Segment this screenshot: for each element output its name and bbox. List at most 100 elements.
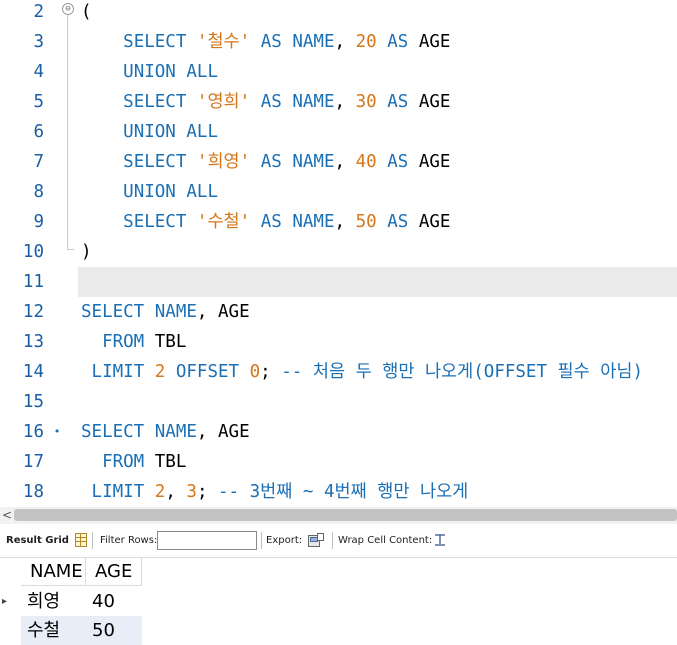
token-num: 40	[355, 152, 377, 172]
token-kw: AS	[376, 32, 419, 52]
token-kw: OFFSET	[165, 362, 250, 382]
code-line[interactable]: 13 FROM TBL	[0, 327, 677, 357]
line-gutter: 8	[0, 177, 78, 207]
line-gutter: 12	[0, 297, 78, 327]
line-gutter: 17	[0, 447, 78, 477]
code-line[interactable]: 4 UNION ALL	[0, 57, 677, 87]
sql-editor[interactable]: 2 ⊖(3 SELECT '철수' AS NAME, 20 AS AGE 4 UNI…	[0, 0, 677, 507]
cell-name[interactable]: 희영	[21, 587, 86, 616]
fold-guide	[67, 57, 68, 87]
token-kw: AS NAME	[250, 32, 335, 52]
line-number: 10	[22, 242, 44, 262]
result-grid-tab[interactable]: Result Grid	[6, 524, 69, 557]
line-number: 5	[33, 92, 44, 112]
line-gutter: 2 ⊖	[0, 0, 78, 27]
wrap-cell-content-label: Wrap Cell Content:	[338, 535, 433, 546]
code-line[interactable]: 14 LIMIT 2 OFFSET 0; -- 처음 두 행만 나오게(OFFS…	[0, 357, 677, 387]
code-text: LIMIT 2 OFFSET 0; -- 처음 두 행만 나오게(OFFSET …	[81, 357, 643, 387]
token-text: AGE	[418, 32, 451, 52]
token-kw: FROM	[102, 452, 155, 472]
code-line[interactable]: 7 SELECT '희영' AS NAME, 40 AS AGE	[0, 147, 677, 177]
token-text: ,	[334, 32, 356, 52]
scroll-left-icon[interactable]: <	[2, 507, 12, 524]
line-gutter: 10	[0, 237, 78, 267]
code-text: SELECT '희영' AS NAME, 40 AS AGE	[81, 147, 450, 177]
line-gutter: 7	[0, 147, 78, 177]
wrap-cell-icon[interactable]	[434, 533, 446, 547]
scrollbar-thumb[interactable]	[14, 509, 677, 521]
code-line[interactable]: 6 UNION ALL	[0, 117, 677, 147]
code-text: UNION ALL	[81, 117, 218, 147]
code-line[interactable]: 3 SELECT '철수' AS NAME, 20 AS AGE	[0, 27, 677, 57]
code-line[interactable]: 18 LIMIT 2, 3; -- 3번째 ~ 4번째 행만 나오게	[0, 477, 677, 507]
statement-marker-icon: •	[53, 425, 61, 438]
line-number: 3	[33, 32, 44, 52]
token-num: 30	[355, 92, 377, 112]
export-label: Export:	[266, 535, 303, 546]
code-line[interactable]: 9 SELECT '수철' AS NAME, 50 AS AGE	[0, 207, 677, 237]
code-line[interactable]: 8 UNION ALL	[0, 177, 677, 207]
grid-view-icon[interactable]	[75, 533, 87, 547]
toolbar-divider	[261, 532, 262, 549]
code-text: SELECT '철수' AS NAME, 20 AS AGE	[81, 27, 450, 57]
token-kw: SELECT	[81, 302, 155, 322]
line-number: 4	[33, 62, 44, 82]
filter-rows-input[interactable]	[157, 531, 257, 550]
code-text: SELECT NAME, AGE	[81, 297, 250, 327]
token-str: '희영'	[196, 152, 251, 172]
token-kw: AS NAME	[250, 92, 335, 112]
token-text: )	[81, 242, 92, 262]
line-gutter: 14	[0, 357, 78, 387]
code-line[interactable]: 11	[0, 267, 677, 297]
code-line[interactable]: 17 FROM TBL	[0, 447, 677, 477]
token-text: ,	[334, 212, 356, 232]
line-number: 15	[22, 392, 44, 412]
fold-toggle-icon[interactable]: ⊖	[62, 3, 74, 15]
line-gutter: 6	[0, 117, 78, 147]
line-number: 9	[33, 212, 44, 232]
fold-guide	[67, 27, 68, 57]
export-icon[interactable]	[308, 533, 324, 547]
cell-age[interactable]: 50	[86, 616, 142, 645]
line-number: 16	[22, 422, 44, 442]
horizontal-scrollbar[interactable]: <	[0, 507, 677, 524]
token-str: '영희'	[196, 92, 251, 112]
code-line[interactable]: 10)	[0, 237, 677, 267]
code-text: LIMIT 2, 3; -- 3번째 ~ 4번째 행만 나오게	[81, 477, 469, 507]
token-cmt: -- 처음 두 행만 나오게(OFFSET 필수 아님)	[281, 362, 644, 382]
token-kw: SELECT	[123, 212, 197, 232]
result-toolbar: Result Grid Filter Rows: Export: Wrap Ce…	[0, 524, 677, 558]
token-text: ;	[260, 362, 282, 382]
code-line[interactable]: 2 ⊖(	[0, 0, 677, 27]
token-kw: AS NAME	[250, 212, 335, 232]
line-number: 13	[22, 332, 44, 352]
token-text: ,	[196, 302, 218, 322]
code-line[interactable]: 15	[0, 387, 677, 417]
line-gutter: 4	[0, 57, 78, 87]
code-text: SELECT '영희' AS NAME, 30 AS AGE	[81, 87, 450, 117]
line-gutter: 11	[0, 267, 78, 297]
token-kw: AS	[376, 152, 419, 172]
token-text: ,	[196, 422, 218, 442]
fold-guide	[67, 147, 68, 177]
code-line[interactable]: 12 SELECT NAME, AGE	[0, 297, 677, 327]
column-header-age[interactable]: AGE	[86, 558, 142, 586]
cell-name[interactable]: 수철	[21, 616, 86, 645]
line-number: 8	[33, 182, 44, 202]
token-kw: FROM	[102, 332, 155, 352]
column-header-name[interactable]: NAME	[21, 558, 86, 586]
token-text: ,	[334, 92, 356, 112]
code-line[interactable]: 16 • SELECT NAME, AGE	[0, 417, 677, 447]
result-grid: NAME AGE ▸ 희영 40 수철 50	[0, 558, 677, 645]
cell-age[interactable]: 40	[86, 587, 142, 616]
token-cmt: -- 3번째 ~ 4번째 행만 나오게	[218, 482, 469, 502]
token-text: AGE	[418, 152, 451, 172]
code-text: )	[81, 237, 92, 267]
token-text: AGE	[218, 422, 250, 442]
fold-guide	[67, 177, 68, 207]
code-line[interactable]: 5 SELECT '영희' AS NAME, 30 AS AGE	[0, 87, 677, 117]
